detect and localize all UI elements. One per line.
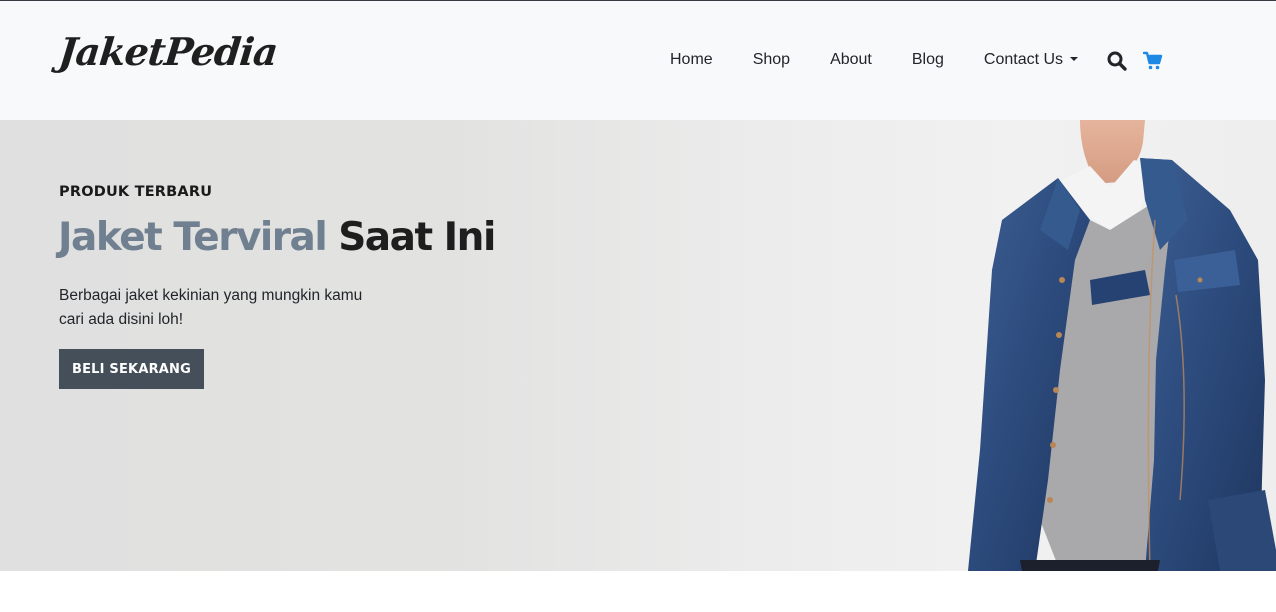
main-nav: Home Shop About Blog Contact Us (650, 49, 1098, 71)
headline-rest: Saat Ini (338, 215, 496, 260)
brand-logo[interactable]: JaketPedia (57, 29, 280, 74)
nav-contact-label: Contact Us (983, 51, 1064, 68)
search-button[interactable] (1106, 50, 1128, 72)
hero-description-line1: Berbagai jaket kekinian yang mungkin kam… (59, 287, 363, 304)
buy-now-button[interactable]: BELI SEKARANG (59, 349, 204, 389)
headline-accent: Jaket Terviral (58, 215, 328, 260)
hero-banner: PRODUK TERBARU Jaket Terviral Saat Ini Be… (0, 120, 1276, 571)
chevron-down-icon (1070, 56, 1079, 61)
search-icon (1107, 51, 1127, 71)
hero-headline: Jaket Terviral Saat Ini (58, 215, 496, 260)
cart-button[interactable] (1142, 50, 1164, 72)
model-in-denim-jacket-image (968, 120, 1276, 571)
hero-description: Berbagai jaket kekinian yang mungkin kam… (59, 284, 389, 332)
nav-about[interactable]: About (810, 49, 892, 71)
navbar: JaketPedia Home Shop About Blog Contact … (0, 1, 1276, 120)
cart-icon (1142, 51, 1163, 70)
hero-eyebrow: PRODUK TERBARU (59, 184, 213, 200)
nav-contact-dropdown[interactable]: Contact Us (964, 49, 1098, 71)
nav-shop[interactable]: Shop (733, 49, 810, 71)
nav-home[interactable]: Home (650, 49, 733, 71)
nav-blog[interactable]: Blog (892, 49, 964, 71)
hero-description-line2: cari ada disini loh! (59, 311, 184, 328)
